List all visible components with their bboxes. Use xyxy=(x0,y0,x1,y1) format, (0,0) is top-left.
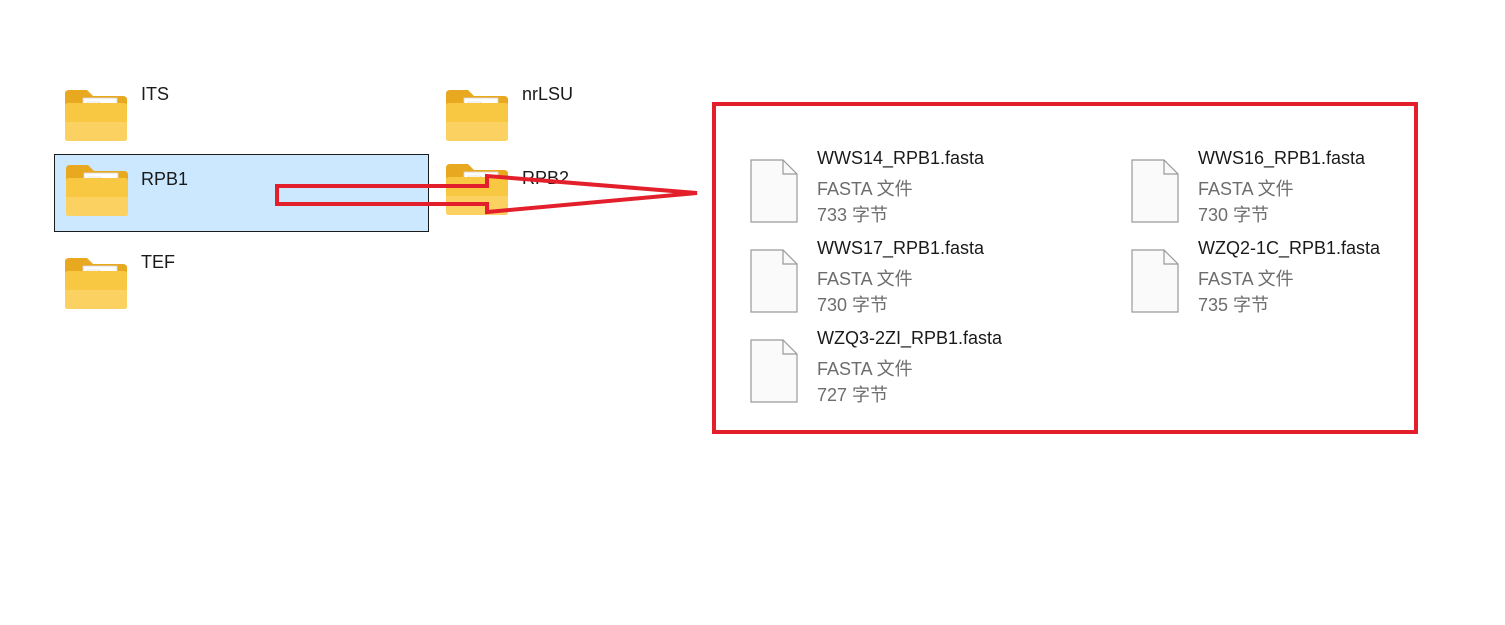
file-name: WZQ3-2ZI_RPB1.fasta xyxy=(817,328,1003,348)
file-item[interactable]: WWS17_RPB1.fasta FASTA 文件 730 字节 xyxy=(749,238,1109,318)
file-icon xyxy=(749,248,799,314)
file-type: FASTA 文件 xyxy=(817,179,913,199)
folder-icon xyxy=(444,162,510,216)
folder-item-its[interactable]: ITS xyxy=(55,84,415,160)
folder-icon xyxy=(63,256,129,310)
file-type: FASTA 文件 xyxy=(1198,269,1294,289)
file-item[interactable]: WWS16_RPB1.fasta FASTA 文件 730 字节 xyxy=(1130,148,1490,228)
file-name: WWS17_RPB1.fasta xyxy=(817,238,985,258)
file-icon xyxy=(1130,158,1180,224)
file-size: 735 字节 xyxy=(1198,295,1270,315)
file-name: WWS14_RPB1.fasta xyxy=(817,148,985,168)
file-name: WWS16_RPB1.fasta xyxy=(1198,148,1366,168)
file-type: FASTA 文件 xyxy=(817,269,913,289)
file-icon xyxy=(1130,248,1180,314)
file-icon xyxy=(749,338,799,404)
file-size: 730 字节 xyxy=(1198,205,1270,225)
folder-item-tef[interactable]: TEF xyxy=(55,252,415,328)
folder-item-rpb1[interactable]: RPB1 xyxy=(54,154,429,232)
file-type: FASTA 文件 xyxy=(1198,179,1294,199)
folder-label: TEF xyxy=(141,252,175,272)
folder-icon xyxy=(63,88,129,142)
file-type: FASTA 文件 xyxy=(817,359,913,379)
folder-icon xyxy=(444,88,510,142)
file-size: 730 字节 xyxy=(817,295,889,315)
folder-label: RPB1 xyxy=(141,169,189,189)
file-icon xyxy=(749,158,799,224)
file-item[interactable]: WZQ3-2ZI_RPB1.fasta FASTA 文件 727 字节 xyxy=(749,328,1109,408)
folder-icon xyxy=(64,163,130,217)
file-name: WZQ2-1C_RPB1.fasta xyxy=(1198,238,1381,258)
file-item[interactable]: WWS14_RPB1.fasta FASTA 文件 733 字节 xyxy=(749,148,1109,228)
file-size: 727 字节 xyxy=(817,385,889,405)
folder-label: RPB2 xyxy=(522,168,570,188)
folder-label: ITS xyxy=(141,84,170,104)
file-item[interactable]: WZQ2-1C_RPB1.fasta FASTA 文件 735 字节 xyxy=(1130,238,1490,318)
folder-item-rpb2[interactable]: RPB2 xyxy=(436,156,696,232)
file-size: 733 字节 xyxy=(817,205,889,225)
folder-label: nrLSU xyxy=(522,84,574,104)
folder-item-nrlsu[interactable]: nrLSU xyxy=(436,84,696,160)
